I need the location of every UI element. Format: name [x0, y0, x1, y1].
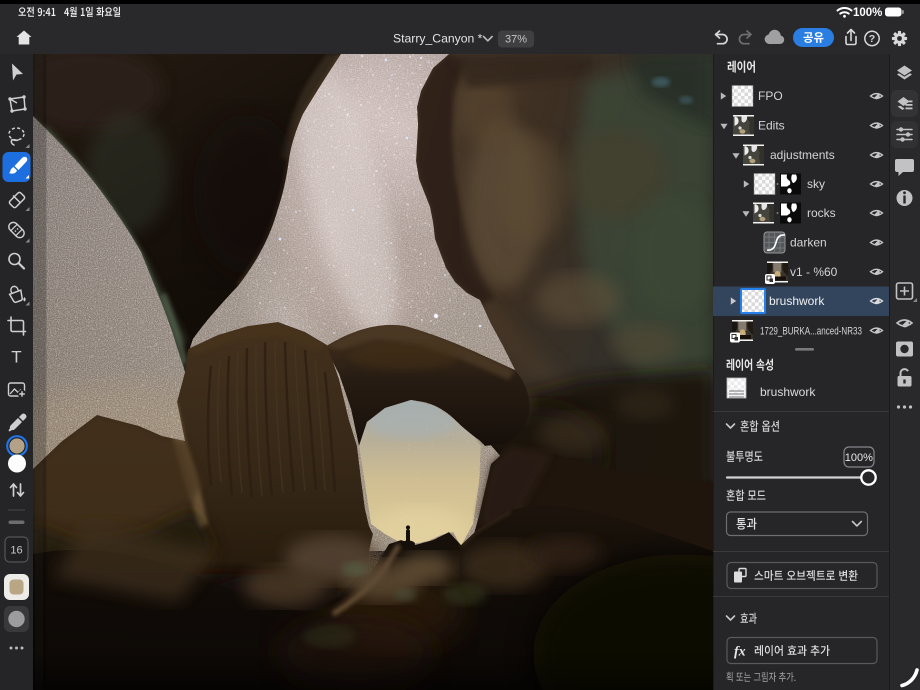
svg-text:sky: sky	[807, 177, 825, 191]
svg-text:1729_BURKA...anced-NR33: 1729_BURKA...anced-NR33	[760, 326, 862, 338]
svg-text:adjustments: adjustments	[770, 148, 835, 162]
svg-text:brushwork: brushwork	[760, 385, 816, 399]
svg-text:FPO: FPO	[758, 89, 783, 103]
svg-text:fx: fx	[734, 645, 746, 660]
svg-text:100%: 100%	[845, 452, 873, 464]
svg-text:16: 16	[10, 545, 22, 557]
svg-text:darken: darken	[790, 236, 827, 250]
svg-text:brushwork: brushwork	[769, 294, 825, 308]
svg-text:37%: 37%	[505, 34, 527, 46]
svg-text:v1 - %60: v1 - %60	[790, 265, 838, 279]
svg-text:100%: 100%	[853, 7, 882, 19]
svg-text:?: ?	[869, 33, 875, 45]
svg-text:Edits: Edits	[758, 119, 785, 133]
svg-text:Starry_Canyon *: Starry_Canyon *	[393, 31, 483, 45]
svg-text:T: T	[11, 348, 21, 367]
svg-text:rocks: rocks	[807, 206, 836, 220]
